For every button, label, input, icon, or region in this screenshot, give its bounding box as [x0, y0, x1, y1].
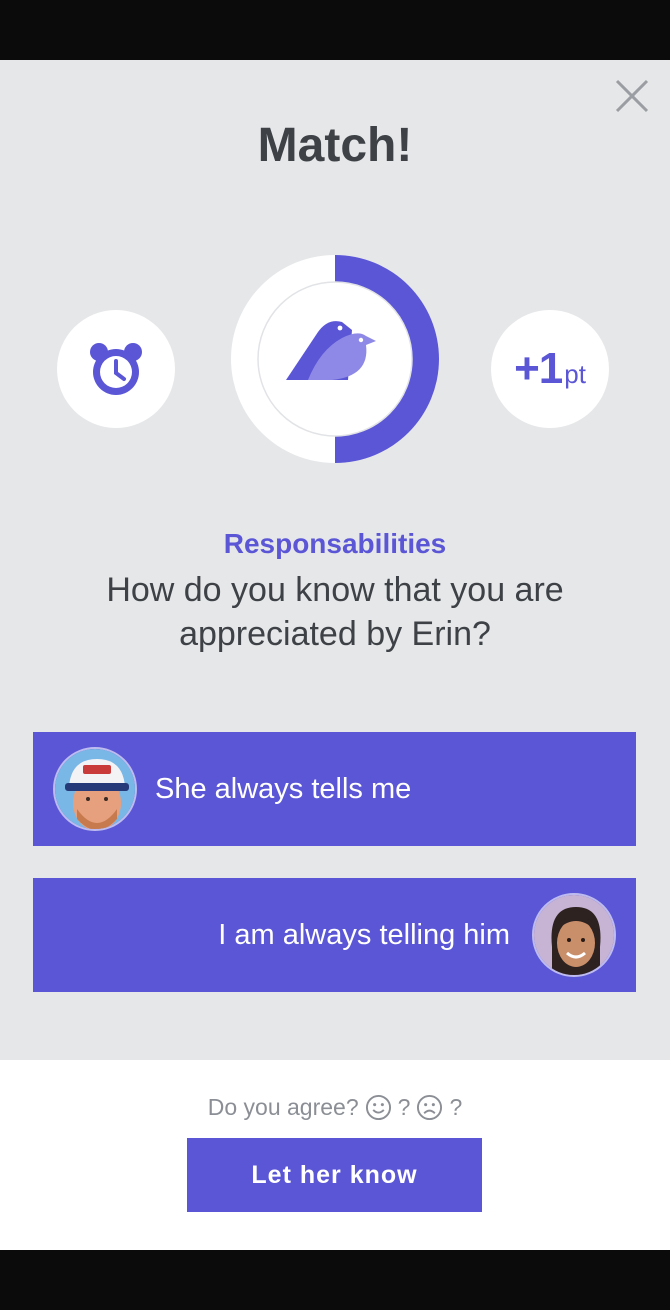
answer-card-self[interactable]: I am always telling him [33, 878, 636, 992]
woman-avatar [532, 893, 616, 977]
let-her-know-button[interactable]: Let her know [187, 1138, 482, 1212]
answer-text-partner: She always tells me [155, 772, 412, 805]
agree-q2: ? [449, 1094, 463, 1120]
points-badge: +1 pt [491, 310, 609, 428]
category-label: Responsabilities [223, 528, 447, 559]
footer-panel: Do you agree? ? ? Let her know [0, 1060, 670, 1250]
match-screen: Match! +1 pt Responsabilities How do you… [0, 60, 670, 1250]
answer-text-self: I am always telling him [218, 918, 510, 951]
timer-badge [57, 310, 175, 428]
alarm-clock-icon [90, 343, 142, 395]
smiley-icon[interactable] [365, 1094, 392, 1121]
agree-prompt: Do you agree? ? ? [0, 1094, 670, 1121]
page-title: Match! [257, 119, 413, 172]
question-text: How do you know that you are appreciated… [106, 571, 564, 653]
agree-q1: ? [397, 1094, 411, 1120]
frowny-icon[interactable] [416, 1094, 443, 1121]
man-with-cap-avatar [53, 747, 137, 831]
agree-text: Do you agree? [207, 1094, 359, 1120]
progress-ring [230, 254, 440, 464]
close-icon[interactable] [614, 78, 650, 114]
points-unit: pt [564, 359, 586, 389]
answer-card-partner[interactable]: She always tells me [33, 732, 636, 846]
points-value: +1 [514, 344, 563, 393]
